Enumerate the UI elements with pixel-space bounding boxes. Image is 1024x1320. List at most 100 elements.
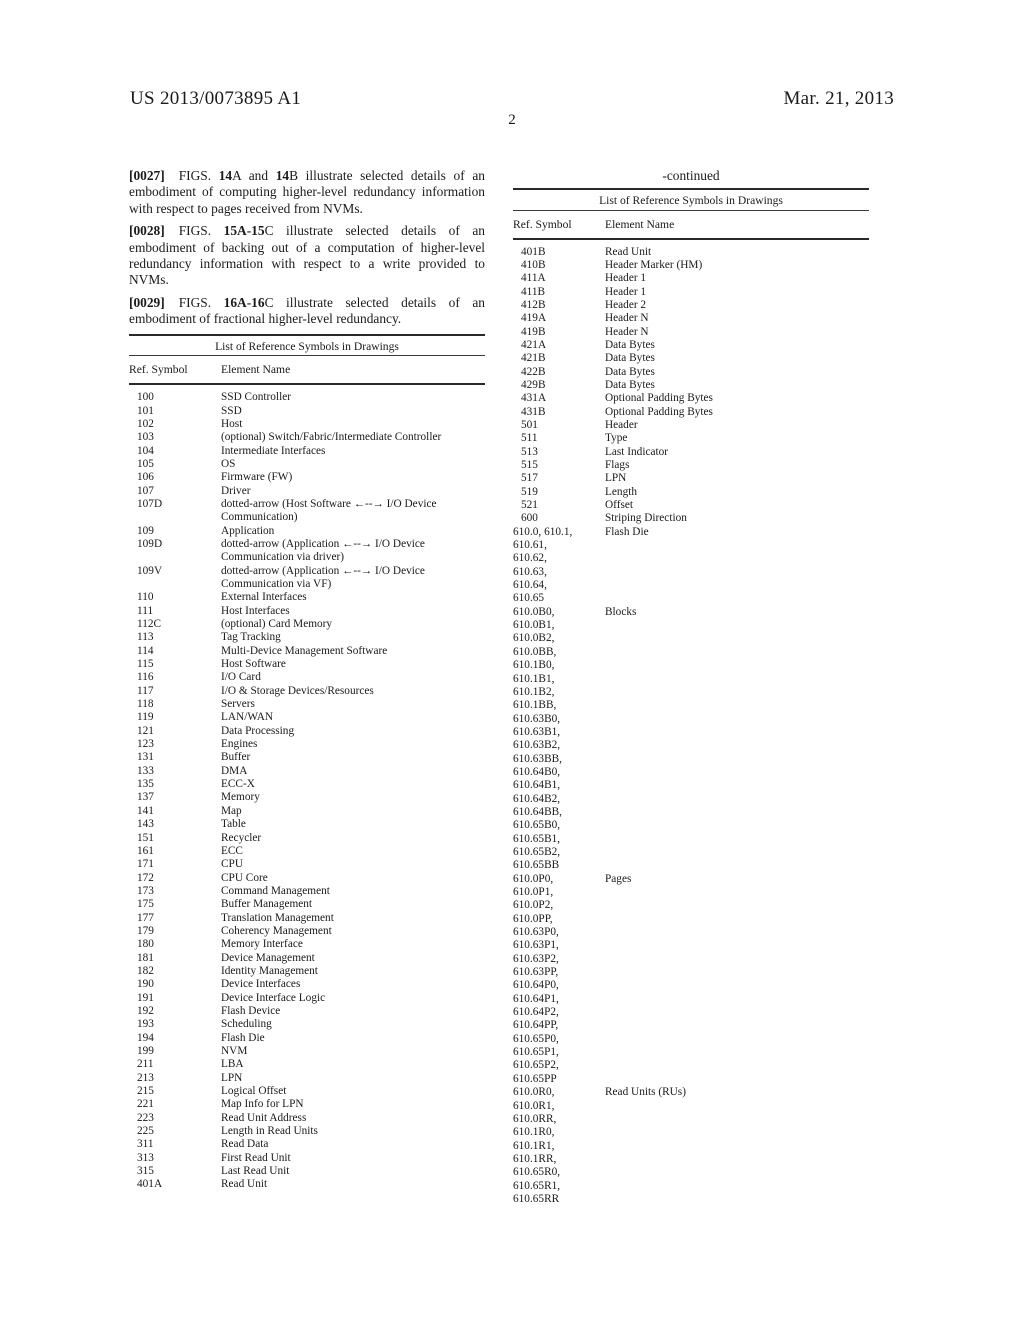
ref-symbol-cell: 119 [137,711,154,724]
table-row: 610.65R0, [513,1166,869,1179]
element-name-cell: Firmware (FW) [221,471,293,484]
ref-symbol-cell: 181 [137,951,154,964]
element-name-cell: Device Interfaces [221,978,301,991]
ref-symbol-cell: 610.1B0, [513,659,555,672]
ref-symbol-cell: 192 [137,1004,154,1017]
ref-symbol-cell: 171 [137,858,154,871]
element-name-cell [605,1113,869,1126]
table-caption-left: List of Reference Symbols in Drawings [215,339,399,353]
element-name-cell [605,819,869,832]
table-row: 117 I/O & Storage Devices/Resources [129,685,485,698]
table-caption-right: List of Reference Symbols in Drawings [599,194,783,207]
table-row: 610.63P1, [513,939,869,952]
continued-label: -continued [662,168,720,183]
table-row: 143 Table [129,818,485,831]
ref-symbol-cell: 313 [137,1151,154,1164]
table-row: 107D dotted-arrow (Host Software ←--→ I/O… [129,498,485,511]
table-row: 194 Flash Die [129,1032,485,1045]
element-name-cell: Device Interface Logic [221,991,326,1004]
ref-symbol-cell: 610.1R0, [513,1126,555,1139]
ref-symbol-cell: 513 [521,445,538,458]
table-row: 610.0P0, Pages [513,873,869,886]
element-name-cell: Command Management [221,884,330,897]
element-name-cell: dotted-arrow (Application ←--→ I/O Devic… [221,564,425,577]
element-name-cell: Host Interfaces [221,604,290,617]
table-row: 610.0PP, [513,913,869,926]
element-name-cell: SSD Controller [221,391,291,404]
ref-symbol-cell: 519 [521,485,538,498]
element-name-cell [605,1180,869,1193]
ref-symbol-cell: 610.65BB [513,859,560,872]
table-row: 610.62, [513,552,869,565]
table-row: 137 Memory [129,791,485,804]
element-name-cell [605,552,869,565]
element-name-cell [605,1193,869,1206]
table-row: 110 External Interfaces [129,591,485,604]
element-name-cell: CPU [221,858,243,871]
element-name-cell: External Interfaces [221,591,307,604]
element-name-cell [605,766,869,779]
table-row: 215 Logical Offset [129,1085,485,1098]
ref-symbol-cell: 315 [137,1165,154,1178]
table-row: 610.63, [513,566,869,579]
element-name-cell: LPN [605,472,627,485]
ref-symbol-cell: 110 [137,591,154,604]
ref-symbol-cell: 517 [521,472,538,485]
table-row: 610.65PP [513,1073,869,1086]
table-row: 411A Header 1 [513,272,869,285]
table-row: 141 Map [129,805,485,818]
element-name-cell [605,1126,869,1139]
table-row: 429B Data Bytes [513,379,869,392]
element-name-cell [605,632,869,645]
table-row: 180 Memory Interface [129,938,485,951]
left-column: [0027] FIGS. 14A and 14B illustrate selec… [129,168,501,1192]
element-name-cell [605,686,869,699]
ref-symbol-cell: 135 [137,778,154,791]
ref-symbol-cell: 112C [137,618,162,630]
element-name-cell [605,1033,869,1046]
ref-symbol-cell: 213 [137,1071,154,1084]
element-name-cell: Flags [605,459,630,471]
ref-symbol-cell: 610.0, 610.1, [513,525,573,538]
element-name-cell [605,779,869,792]
ref-symbol-cell: 610.65 [513,592,545,605]
table-row: 193 Scheduling [129,1018,485,1031]
ref-symbol-cell: 431A [521,392,547,405]
table-row: 610.0B2, [513,632,869,645]
ref-symbol-cell: 600 [521,512,538,525]
table-row: 106 Firmware (FW) [129,471,485,484]
element-name-cell: I/O & Storage Devices/Resources [221,684,374,697]
element-name-cell: Length in Read Units [221,1125,318,1138]
table-row: 191 Device Interface Logic [129,992,485,1005]
table-row: 610.64P1, [513,993,869,1006]
ref-symbol-cell: 610.1RR, [513,1152,557,1165]
table-row: 515 Flags [513,459,869,472]
table-row: 225 Length in Read Units [129,1125,485,1138]
ref-symbol-cell: 422B [521,365,546,378]
element-name-cell: Blocks [605,605,637,618]
ref-symbol-cell: 175 [137,898,154,911]
table-body-right: 401B Read Unit 410B Header Marker (HM) 411A H… [513,240,869,1207]
table-row: 115 Host Software [129,658,485,671]
element-name-cell [605,979,869,992]
table-row: 410B Header Marker (HM) [513,259,869,272]
table-row: 610.64P0, [513,979,869,992]
table-row: 610.63P2, [513,953,869,966]
ref-symbol-cell: 131 [137,751,154,764]
ref-symbol-cell: 109V [137,564,163,577]
ref-symbol-cell: 412B [521,298,546,311]
ref-symbol-cell: 610.64B1, [513,779,561,792]
ref-symbol-cell: 109 [137,524,154,537]
ref-symbol-cell: 610.65RR [513,1192,560,1205]
table-row: 610.1BB, [513,699,869,712]
table-row: 600 Striping Direction [513,512,869,525]
element-name-cell: Length [605,485,637,498]
element-name-cell: Last Indicator [605,445,669,458]
table-row: 610.65R1, [513,1180,869,1193]
ref-symbol-cell: 521 [521,499,538,512]
element-name-cell [605,1046,869,1059]
ref-symbol-cell: 107D [137,497,163,510]
ref-symbol-cell: 610.64B0, [513,765,561,778]
element-name-cell [605,793,869,806]
ref-symbol-cell: 419B [521,325,546,338]
